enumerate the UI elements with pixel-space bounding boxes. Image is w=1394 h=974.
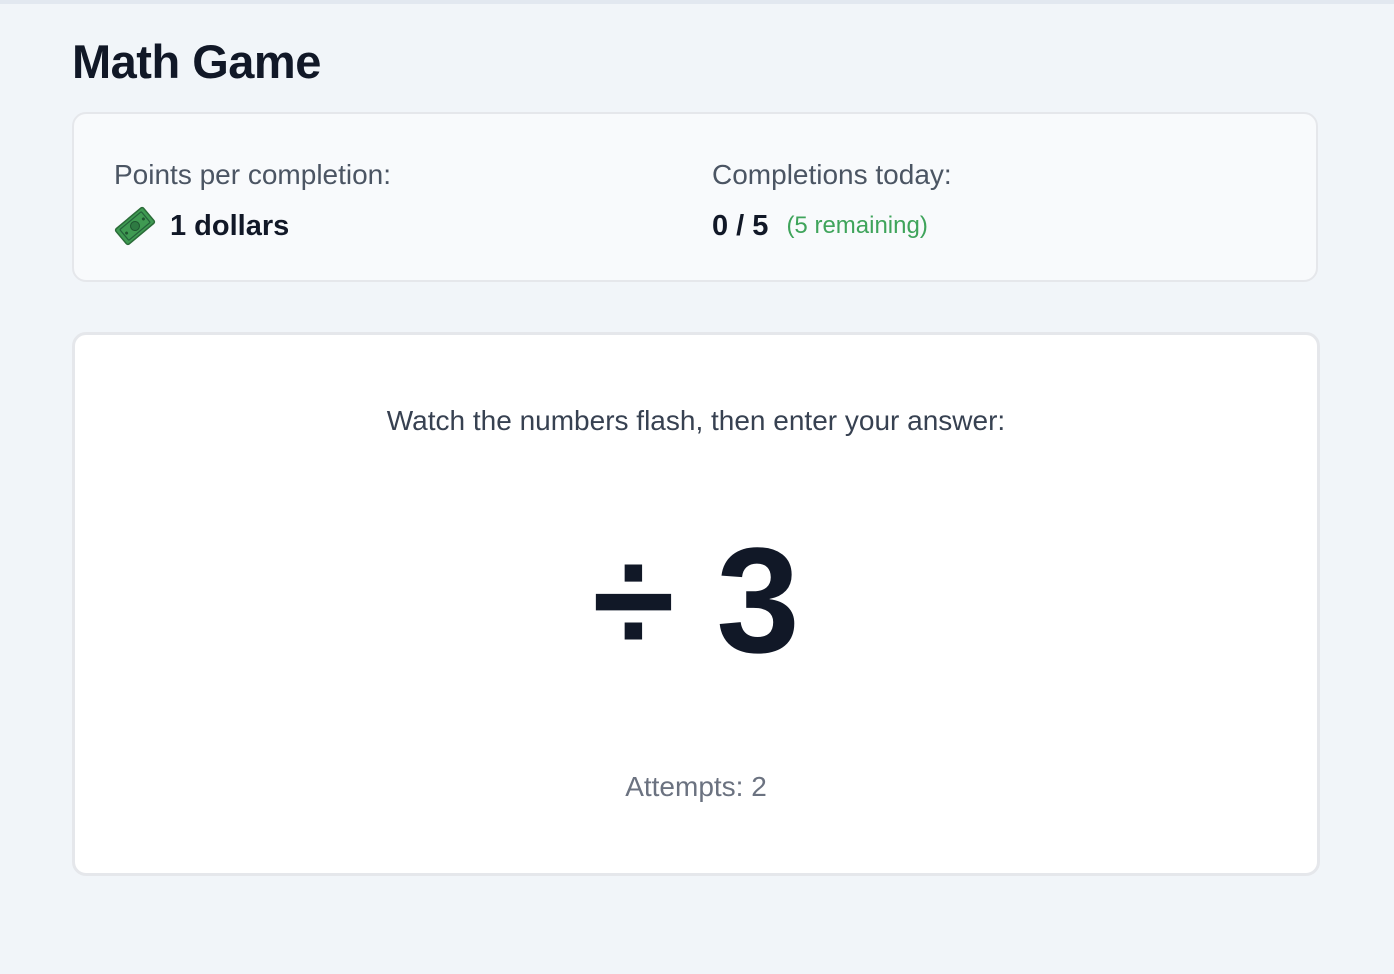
points-value: 1 dollars [170,209,290,242]
points-label: Points per completion: [114,159,392,190]
completions-value-row: 0 / 5 (5 remaining) [712,206,952,246]
game-card: Watch the numbers flash, then enter your… [72,332,1320,876]
points-value-row: 1 dollars [114,206,391,246]
attempts-counter: Attempts: 2 [625,771,767,802]
stats-card: Points per completion: 1 dollars Complet… [72,112,1318,282]
completions-label: Completions today: [712,159,952,190]
money-bill-icon [114,206,156,246]
completions-today: Completions today: 0 / 5 (5 remaining) [712,158,952,246]
flash-number-display: ÷ 3 [592,516,800,684]
top-divider [0,0,1394,4]
points-per-completion: Points per completion: 1 dollars [114,158,391,246]
completions-remaining: (5 remaining) [786,212,928,239]
completions-value: 0 / 5 [712,209,769,242]
game-instruction: Watch the numbers flash, then enter your… [386,405,1006,436]
page-title: Math Game [72,35,321,88]
